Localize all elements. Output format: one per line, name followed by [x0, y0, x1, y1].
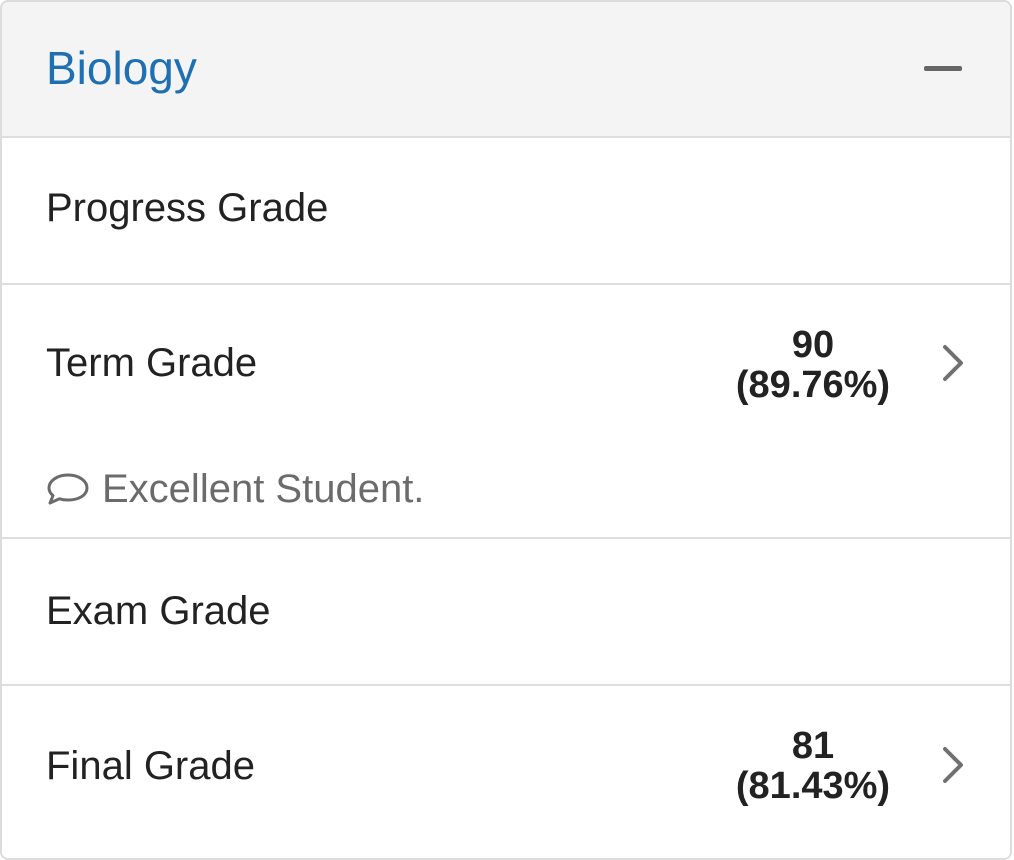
chevron-right-icon[interactable] [938, 343, 968, 383]
exam-grade-label: Exam Grade [46, 589, 271, 633]
final-grade-label: Final Grade [46, 744, 255, 788]
term-grade-percent: (89.76%) [735, 364, 891, 406]
final-grade-row[interactable]: Final Grade 81 (81.43%) [2, 686, 1010, 858]
minus-icon [924, 66, 962, 71]
final-grade-score: 81 [791, 725, 835, 767]
speech-bubble-icon [47, 473, 89, 505]
final-grade-percent: (81.43%) [735, 765, 891, 807]
term-grade-comment-text: Excellent Student. [102, 467, 425, 511]
course-grades-card: Biology Progress Grade Term Grade 90 (89… [0, 0, 1012, 860]
course-title: Biology [46, 42, 197, 94]
course-header[interactable]: Biology [2, 2, 1010, 138]
term-grade-row[interactable]: Term Grade 90 (89.76%) Excellent Student… [2, 285, 1010, 539]
progress-grade-label: Progress Grade [46, 186, 329, 230]
chevron-right-icon[interactable] [938, 745, 968, 785]
term-grade-score: 90 [791, 324, 835, 366]
final-grade-value: 81 (81.43%) [713, 726, 913, 806]
progress-grade-row: Progress Grade [2, 138, 1010, 285]
term-grade-value: 90 (89.76%) [713, 325, 913, 405]
term-grade-comment: Excellent Student. [46, 465, 424, 513]
collapse-button[interactable] [924, 52, 964, 84]
exam-grade-row: Exam Grade [2, 539, 1010, 686]
term-grade-label: Term Grade [46, 341, 258, 385]
